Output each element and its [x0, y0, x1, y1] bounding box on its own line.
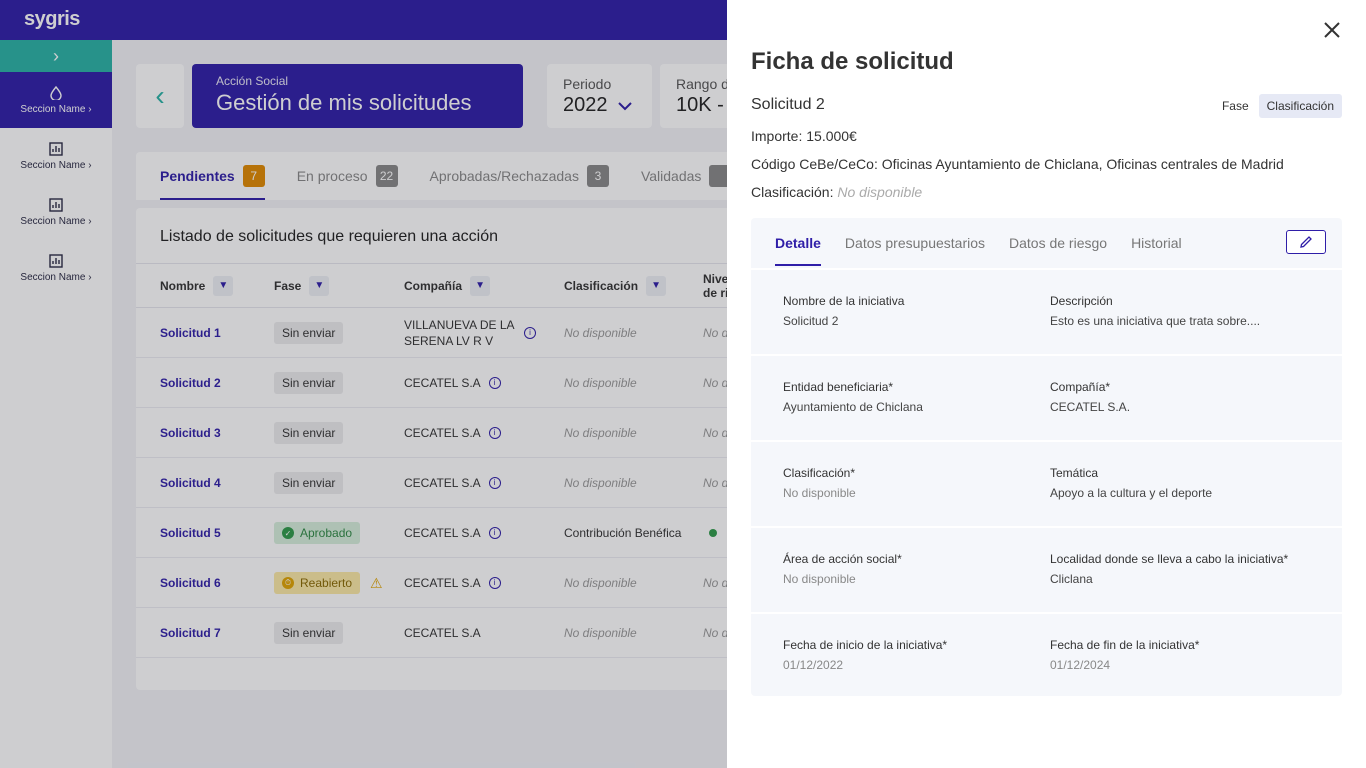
detail-card: Detalle Datos presupuestarios Datos de r…	[751, 218, 1342, 696]
clasificacion-line: Clasificación: No disponible	[751, 184, 922, 200]
field-label: Descripción	[1050, 294, 1113, 308]
field-label: Nombre de la iniciativa	[783, 294, 905, 308]
pencil-icon	[1300, 236, 1312, 248]
tab-historial[interactable]: Historial	[1131, 218, 1182, 268]
close-button[interactable]	[1320, 18, 1344, 42]
detail-row: Clasificación* No disponible Temática Ap…	[751, 440, 1342, 526]
field-label: Clasificación*	[783, 466, 856, 480]
field-label: Temática	[1050, 466, 1099, 480]
modal-backdrop[interactable]	[0, 0, 727, 768]
fase-label: Fase	[1221, 99, 1249, 113]
field-fecha-inicio: Fecha de inicio de la iniciativa* 01/12/…	[783, 638, 947, 672]
field-value: No disponible	[783, 486, 856, 500]
tab-datos-de-riesgo[interactable]: Datos de riesgo	[1009, 218, 1107, 268]
field-area-accion-social: Área de acción social* No disponible	[783, 552, 902, 586]
field-value: No disponible	[783, 572, 856, 586]
tab-datos-presupuestarios[interactable]: Datos presupuestarios	[845, 218, 985, 268]
field-tematica: Temática Apoyo a la cultura y el deporte	[1050, 466, 1212, 500]
field-value: Esto es una iniciativa que trata sobre..…	[1050, 314, 1261, 328]
field-descripcion: Descripción Esto es una iniciativa que t…	[1050, 294, 1260, 328]
fase-indicator: Fase Clasificación	[1222, 94, 1342, 118]
codigo-text: Código CeBe/CeCo: Oficinas Ayuntamiento …	[751, 156, 1284, 172]
field-nombre-iniciativa: Nombre de la iniciativa Solicitud 2	[783, 294, 904, 328]
field-label: Fecha de inicio de la iniciativa*	[783, 638, 948, 652]
field-compania: Compañía* CECATEL S.A.	[1050, 380, 1130, 414]
importe-text: Importe: 15.000€	[751, 128, 857, 144]
field-label: Entidad beneficiaria*	[783, 380, 894, 394]
field-entidad-beneficiaria: Entidad beneficiaria* Ayuntamiento de Ch…	[783, 380, 923, 414]
field-value: Ayuntamiento de Chiclana	[783, 400, 923, 414]
field-label: Área de acción social*	[783, 552, 902, 566]
tab-detalle[interactable]: Detalle	[775, 218, 821, 268]
detail-row: Nombre de la iniciativa Solicitud 2 Desc…	[751, 268, 1342, 354]
field-value: Cliclana	[1050, 572, 1093, 586]
drawer-title: Ficha de solicitud	[751, 48, 954, 75]
field-value: Apoyo a la cultura y el deporte	[1050, 486, 1213, 500]
field-value: 01/12/2022	[783, 658, 844, 672]
field-value: 01/12/2024	[1050, 658, 1111, 672]
field-label: Fecha de fin de la iniciativa*	[1050, 638, 1200, 652]
field-value: Solicitud 2	[783, 314, 839, 328]
field-localidad: Localidad donde se lleva a cabo la inici…	[1050, 552, 1288, 586]
field-label: Localidad donde se lleva a cabo la inici…	[1050, 552, 1289, 566]
field-value: CECATEL S.A.	[1050, 400, 1131, 414]
detail-row: Área de acción social* No disponible Loc…	[751, 526, 1342, 612]
detail-row: Entidad beneficiaria* Ayuntamiento de Ch…	[751, 354, 1342, 440]
field-clasificacion: Clasificación* No disponible	[783, 466, 856, 500]
edit-button[interactable]	[1286, 230, 1326, 254]
clasificacion-label: Clasificación:	[751, 184, 834, 200]
detail-tabs: Detalle Datos presupuestarios Datos de r…	[751, 218, 1342, 268]
field-label: Compañía*	[1050, 380, 1111, 394]
request-detail-drawer: Ficha de solicitud Solicitud 2 Fase Clas…	[727, 0, 1366, 768]
drawer-subtitle: Solicitud 2	[751, 96, 825, 113]
clasificacion-value: No disponible	[837, 184, 923, 200]
fase-tag: Clasificación	[1258, 94, 1342, 118]
detail-row: Fecha de inicio de la iniciativa* 01/12/…	[751, 612, 1342, 696]
close-icon	[1324, 22, 1340, 38]
field-fecha-fin: Fecha de fin de la iniciativa* 01/12/202…	[1050, 638, 1199, 672]
